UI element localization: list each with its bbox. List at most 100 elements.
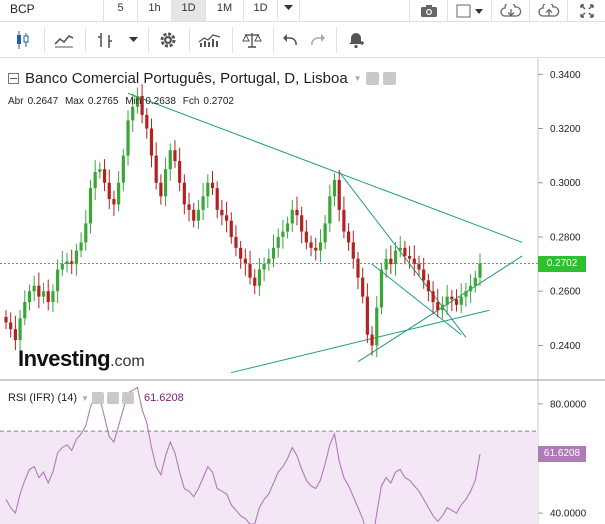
candle-body	[459, 296, 463, 305]
compare-button[interactable]	[237, 27, 267, 53]
candle-body	[393, 250, 398, 265]
candle-body	[436, 302, 440, 311]
candle-body	[229, 220, 233, 237]
gear-icon[interactable]	[106, 392, 119, 404]
candle-body	[379, 269, 384, 308]
candle-body	[192, 209, 196, 221]
candle-body	[206, 182, 210, 197]
price-axis-label: 0.3400	[550, 70, 581, 81]
candle-body	[196, 209, 201, 221]
timeframe-dropdown[interactable]	[278, 0, 300, 21]
candle-body	[32, 285, 36, 292]
candle-body	[253, 277, 257, 286]
alert-button[interactable]	[341, 27, 371, 53]
bar-chart-icon	[98, 32, 112, 48]
candle-body	[281, 231, 285, 237]
candle-body	[450, 296, 454, 300]
open-value: 0.2647	[27, 96, 59, 107]
settings-button[interactable]	[153, 27, 183, 53]
rsi-legend[interactable]: RSI (IFR) (14) ▼ 61.6208	[8, 392, 184, 404]
candle-body	[408, 255, 412, 259]
collapse-icon[interactable]	[8, 73, 19, 84]
eye-icon[interactable]	[91, 392, 104, 404]
candle-body	[4, 316, 8, 323]
candle-body	[154, 155, 158, 183]
candle-body	[131, 106, 135, 121]
cloud-download-button[interactable]	[491, 0, 529, 21]
candle-body	[445, 296, 449, 305]
screenshot-button[interactable]	[409, 0, 447, 21]
timeframe-1h[interactable]: 1h	[138, 0, 172, 21]
candle-body	[300, 215, 304, 232]
chevron-down-icon[interactable]: ▼	[354, 74, 362, 83]
candle-body	[163, 169, 168, 197]
candle-body	[309, 242, 313, 248]
candle-body	[18, 318, 22, 341]
candle-body	[178, 161, 182, 183]
fullscreen-button[interactable]	[567, 0, 605, 21]
symbol-field[interactable]: BCP	[0, 0, 104, 21]
candle-body	[346, 231, 351, 243]
candle-body	[295, 209, 299, 216]
chart-legend[interactable]: Banco Comercial Português, Portugal, D, …	[8, 70, 396, 87]
cloud-upload-icon	[537, 3, 559, 17]
candle-body	[220, 209, 224, 216]
chevron-down-icon[interactable]: ▼	[81, 394, 89, 403]
redo-button[interactable]	[306, 27, 330, 53]
candle-body	[13, 329, 17, 341]
candlestick-button[interactable]	[8, 27, 38, 53]
candle-body	[328, 196, 332, 224]
camera-icon	[420, 4, 437, 17]
candle-body	[145, 114, 149, 129]
candle-body	[314, 247, 318, 251]
chart-type-button[interactable]	[447, 0, 491, 21]
candle-body	[168, 150, 172, 170]
timeframe-custom[interactable]: 1D	[244, 0, 278, 21]
rsi-value: 61.6208	[143, 392, 184, 404]
fullscreen-icon	[579, 3, 594, 18]
candle-body	[79, 242, 83, 251]
candle-body	[257, 269, 262, 286]
candle-body	[182, 182, 186, 205]
candle-body	[365, 296, 369, 335]
cloud-upload-button[interactable]	[529, 0, 567, 21]
candle-body	[478, 263, 482, 278]
candle-body	[210, 182, 215, 189]
chart-area[interactable]: 0.3400 0.3200 0.3000 0.2800 0.2600 0.2400 80.…	[0, 58, 605, 524]
candle-body	[285, 223, 290, 232]
candle-body	[107, 182, 111, 200]
candle-body	[422, 269, 426, 281]
candle-body	[56, 269, 60, 292]
rsi-band	[0, 431, 538, 524]
candle-body	[403, 247, 407, 256]
bar-chart-button[interactable]	[90, 27, 120, 53]
candle-body	[239, 247, 243, 259]
gear-icon[interactable]	[382, 72, 396, 85]
price-axis-label: 0.2400	[550, 341, 581, 352]
candle-body	[149, 128, 154, 156]
timeframe-1m[interactable]: 1M	[206, 0, 244, 21]
timeframe-5[interactable]: 5	[104, 0, 138, 21]
candle-body	[201, 196, 205, 210]
candle-body	[112, 199, 116, 205]
candle-body	[23, 302, 27, 319]
candle-body	[454, 299, 459, 305]
candle-body	[41, 291, 46, 297]
top-toolbar: BCP 5 1h 1D 1M 1D	[0, 0, 605, 22]
timeframe-1d[interactable]: 1D	[172, 0, 206, 21]
candle-body	[159, 182, 163, 197]
chart-style-dropdown[interactable]	[124, 27, 142, 53]
line-chart-button[interactable]	[49, 27, 79, 53]
price-axis: 0.3400 0.3200 0.3000 0.2800 0.2600 0.2400	[538, 70, 581, 352]
investing-logo: Investing.com	[18, 346, 145, 371]
eye-icon[interactable]	[365, 72, 379, 85]
close-icon[interactable]	[121, 392, 134, 404]
indicators-button[interactable]	[194, 27, 226, 53]
price-chart[interactable]: 0.3400 0.3200 0.3000 0.2800 0.2600 0.2400 80.…	[0, 58, 605, 524]
undo-button[interactable]	[278, 27, 302, 53]
candle-body	[93, 171, 97, 189]
low-label: Min	[125, 96, 142, 107]
rsi-axis-label: 40.0000	[550, 509, 587, 520]
rsi-value-tag: 61.6208	[538, 446, 586, 463]
close-label: Fch	[182, 96, 200, 107]
